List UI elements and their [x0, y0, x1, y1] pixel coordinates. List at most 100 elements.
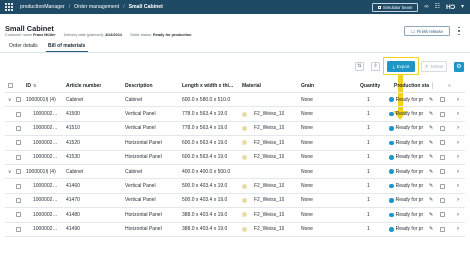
table-row[interactable]: 1000002… 41530 Horizontal Panel 600.0 x …: [5, 151, 465, 165]
row-action-checkbox[interactable]: [440, 111, 445, 117]
collapse-all-button[interactable]: ⇅: [355, 62, 364, 71]
cell-dimensions: 600.0 x 563.4 x 19.0: [182, 139, 228, 146]
open-row-chevron-icon[interactable]: ›: [457, 154, 459, 160]
edit-pencil-icon[interactable]: ✎: [429, 169, 433, 175]
gear-icon: ⚙: [456, 64, 462, 70]
table-header-row: ID ⇅ Article number Description Length x …: [5, 79, 465, 93]
table-row[interactable]: 1000002… 41490 Horizontal Panel 388.0 x …: [5, 223, 465, 237]
row-checkbox[interactable]: [16, 197, 21, 203]
cell-article: 41460: [66, 183, 80, 190]
row-checkbox[interactable]: [16, 183, 21, 189]
table-row[interactable]: ∨ 1000001§ (4) Cabinet Cabinet 400.0 x 4…: [5, 165, 465, 180]
column-header-grain[interactable]: Grain: [301, 79, 314, 92]
link-icon[interactable]: ∞: [424, 4, 428, 10]
more-options-icon[interactable]: [456, 27, 462, 35]
finish-release-button[interactable]: ☐ Finish release: [404, 26, 450, 36]
open-row-chevron-icon[interactable]: ›: [457, 97, 459, 103]
cell-quantity: 1: [367, 96, 370, 103]
cell-status: Ready for pr: [395, 197, 424, 204]
breadcrumb-separator: /: [68, 4, 71, 10]
row-action-checkbox[interactable]: [440, 226, 445, 232]
table-row[interactable]: 1000002… 41500 Vertical Panel 778.0 x 56…: [5, 107, 465, 122]
collapse-chevron-icon[interactable]: ∨: [8, 169, 11, 175]
row-checkbox[interactable]: [16, 97, 21, 103]
row-action-checkbox[interactable]: [440, 169, 445, 175]
row-action-checkbox[interactable]: [440, 197, 445, 203]
row-action-checkbox[interactable]: [440, 97, 445, 103]
edit-pencil-icon[interactable]: ✎: [429, 154, 433, 160]
edit-pencil-icon[interactable]: ✎: [429, 97, 433, 103]
sort-icon[interactable]: ⇅: [33, 83, 36, 88]
open-row-chevron-icon[interactable]: ›: [457, 183, 459, 189]
row-action-checkbox[interactable]: [440, 212, 445, 218]
edit-pencil-icon[interactable]: ✎: [429, 111, 433, 117]
table-row[interactable]: 1000002… 41480 Horizontal Panel 388.0 x …: [5, 208, 465, 223]
cell-grain: None: [301, 125, 313, 132]
table-row[interactable]: 1000002… 41520 Horizontal Panel 600.0 x …: [5, 136, 465, 151]
table-row[interactable]: 1000002… 41470 Vertical Panel 500.0 x 40…: [5, 194, 465, 209]
table-row[interactable]: 1000002… 41510 Vertical Panel 778.0 x 56…: [5, 122, 465, 137]
row-checkbox[interactable]: [16, 140, 21, 146]
tab-order-details[interactable]: Order details: [9, 43, 38, 49]
select-all-checkbox[interactable]: [8, 83, 13, 88]
table-row[interactable]: 1000002… 41460 Vertical Panel 500.0 x 40…: [5, 179, 465, 194]
cell-quantity: 1: [367, 211, 370, 218]
environment-button[interactable]: Simulator beam: [371, 2, 419, 12]
column-filter-cell: ≡: [446, 79, 451, 92]
column-header-description[interactable]: Description: [125, 79, 153, 92]
open-row-chevron-icon[interactable]: ›: [457, 226, 459, 232]
open-row-chevron-icon[interactable]: ›: [457, 111, 459, 117]
row-checkbox[interactable]: [16, 212, 21, 218]
delete-button[interactable]: ✗ Delete: [421, 61, 447, 72]
collapse-chevron-icon[interactable]: ∨: [8, 97, 11, 103]
edit-pencil-icon[interactable]: ✎: [429, 140, 433, 146]
edit-pencil-icon[interactable]: ✎: [429, 125, 433, 131]
column-header-dimensions[interactable]: Length x width x thi...: [182, 79, 244, 92]
open-row-chevron-icon[interactable]: ›: [457, 169, 459, 175]
row-checkbox[interactable]: [16, 226, 21, 232]
collapse-icon: ⇅: [357, 63, 362, 69]
column-header-production-status[interactable]: Production sta: [394, 79, 441, 92]
expand-icon: ⇳: [373, 63, 378, 69]
cell-grain: None: [301, 154, 313, 161]
table-row[interactable]: ∨ 1000001§ (4) Cabinet Cabinet 600.0 x 5…: [5, 93, 465, 108]
breadcrumb-order-management[interactable]: Order management: [74, 4, 119, 10]
table-settings-button[interactable]: ⚙: [454, 62, 464, 72]
edit-pencil-icon[interactable]: ✎: [429, 226, 433, 232]
cell-description: Vertical Panel: [125, 183, 156, 190]
breadcrumb-app[interactable]: productionManager: [20, 4, 65, 10]
open-row-chevron-icon[interactable]: ›: [457, 140, 459, 146]
open-row-chevron-icon[interactable]: ›: [457, 212, 459, 218]
cell-material: F2_Weiss_19: [254, 211, 285, 218]
row-checkbox[interactable]: [16, 125, 21, 131]
app-grid-icon[interactable]: [4, 2, 14, 12]
column-header-material[interactable]: Material: [242, 79, 261, 92]
row-checkbox[interactable]: [16, 169, 21, 175]
tab-bill-of-materials[interactable]: Bill of materials: [48, 43, 85, 49]
edit-pencil-icon[interactable]: ✎: [429, 183, 433, 189]
edit-pencil-icon[interactable]: ✎: [429, 197, 433, 203]
expand-all-button[interactable]: ⇳: [371, 62, 380, 71]
row-action-checkbox[interactable]: [440, 140, 445, 146]
status-dot: [389, 198, 394, 203]
column-header-quantity[interactable]: Quantity: [360, 79, 380, 92]
column-header-article-number[interactable]: Article number: [66, 79, 101, 92]
cell-article: Cabinet: [66, 96, 84, 103]
cell-material: F2_Weiss_19: [254, 111, 285, 118]
open-row-chevron-icon[interactable]: ›: [457, 125, 459, 131]
column-header-id[interactable]: ID ⇅: [26, 79, 36, 92]
user-menu-chevron-icon[interactable]: ▾: [461, 4, 464, 10]
open-row-chevron-icon[interactable]: ›: [457, 197, 459, 203]
row-action-checkbox[interactable]: [440, 183, 445, 189]
cell-material: F2_Weiss_19: [254, 226, 285, 233]
status-dot: [389, 183, 394, 189]
cell-grain: None: [301, 183, 313, 190]
row-checkbox[interactable]: [16, 154, 21, 160]
apps-icon[interactable]: ☷: [435, 4, 440, 10]
row-action-checkbox[interactable]: [440, 125, 445, 131]
bom-table: ID ⇅ Article number Description Length x …: [5, 79, 465, 237]
edit-pencil-icon[interactable]: ✎: [429, 212, 433, 218]
row-checkbox[interactable]: [16, 111, 21, 117]
row-action-checkbox[interactable]: [440, 154, 445, 160]
column-menu-icon[interactable]: ≡: [448, 83, 451, 88]
